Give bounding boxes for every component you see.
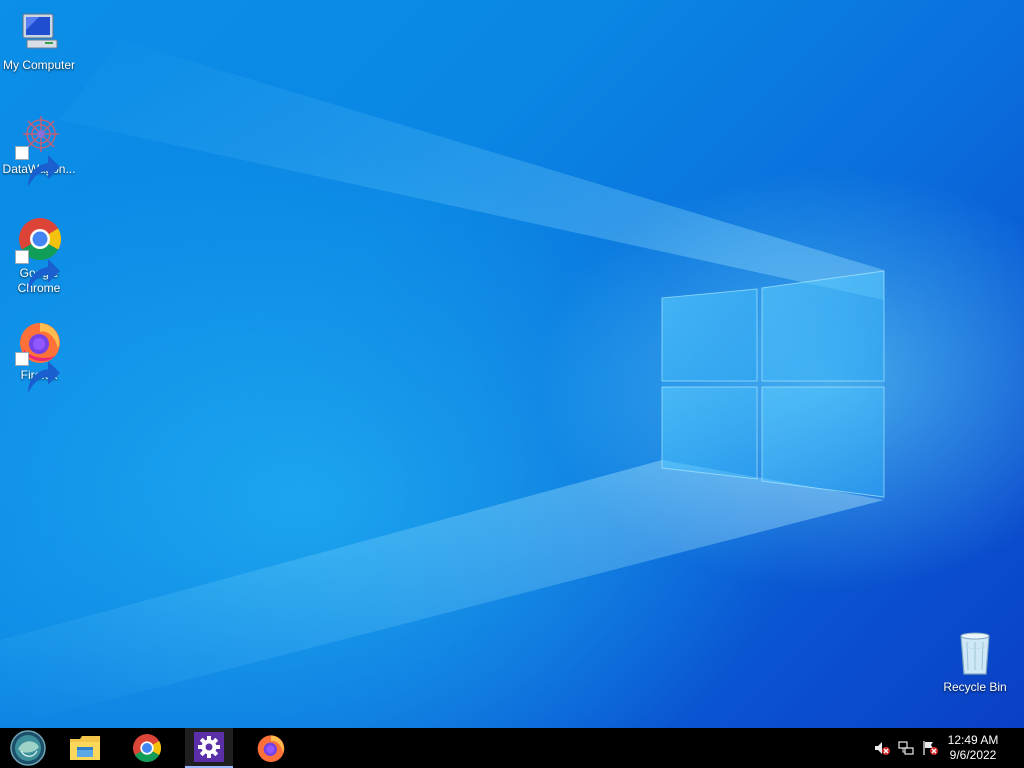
action-center-flag-icon[interactable]	[922, 740, 938, 756]
datawagon-icon	[15, 112, 63, 187]
shortcut-arrow-icon	[15, 250, 60, 291]
desktop-icon-recycle-bin[interactable]: Recycle Bin	[936, 630, 1014, 695]
shortcut-arrow-icon	[15, 146, 60, 187]
my-computer-icon	[15, 8, 63, 56]
taskbar-firefox[interactable]	[247, 728, 295, 768]
chrome-icon	[133, 734, 162, 763]
taskbar-chrome[interactable]	[123, 728, 171, 768]
network-icon[interactable]	[898, 740, 914, 756]
taskbar: 12:49 AM 9/6/2022	[0, 728, 1024, 768]
desktop-icon-google-chrome[interactable]: Google Chrome	[0, 216, 78, 296]
desktop-icon-my-computer[interactable]: My Computer	[0, 8, 78, 73]
desktop-icon-datawagon[interactable]: DataWagon...	[0, 112, 78, 187]
taskbar-clock[interactable]: 12:49 AM 9/6/2022	[938, 733, 1008, 763]
start-button[interactable]	[4, 728, 52, 768]
clock-time: 12:49 AM	[947, 733, 999, 747]
settings-gear-icon	[194, 732, 224, 762]
desktop[interactable]: My Computer DataWagon...	[0, 0, 1024, 728]
recycle-bin-icon	[951, 630, 999, 678]
shortcut-arrow-icon	[15, 352, 60, 393]
volume-muted-icon[interactable]	[874, 740, 890, 756]
clock-date: 9/6/2022	[949, 748, 997, 762]
taskbar-file-explorer[interactable]	[61, 728, 109, 768]
chrome-icon	[15, 216, 63, 291]
file-explorer-icon	[70, 736, 100, 760]
start-orb-icon	[10, 730, 46, 766]
desktop-icon-label: Recycle Bin	[943, 680, 1007, 694]
firefox-icon	[15, 318, 63, 393]
wallpaper-background	[0, 40, 885, 728]
desktop-icon-label: My Computer	[2, 58, 76, 72]
desktop-icon-firefox[interactable]: Firefox	[0, 318, 78, 393]
taskbar-settings[interactable]	[185, 728, 233, 768]
firefox-icon	[257, 735, 285, 762]
